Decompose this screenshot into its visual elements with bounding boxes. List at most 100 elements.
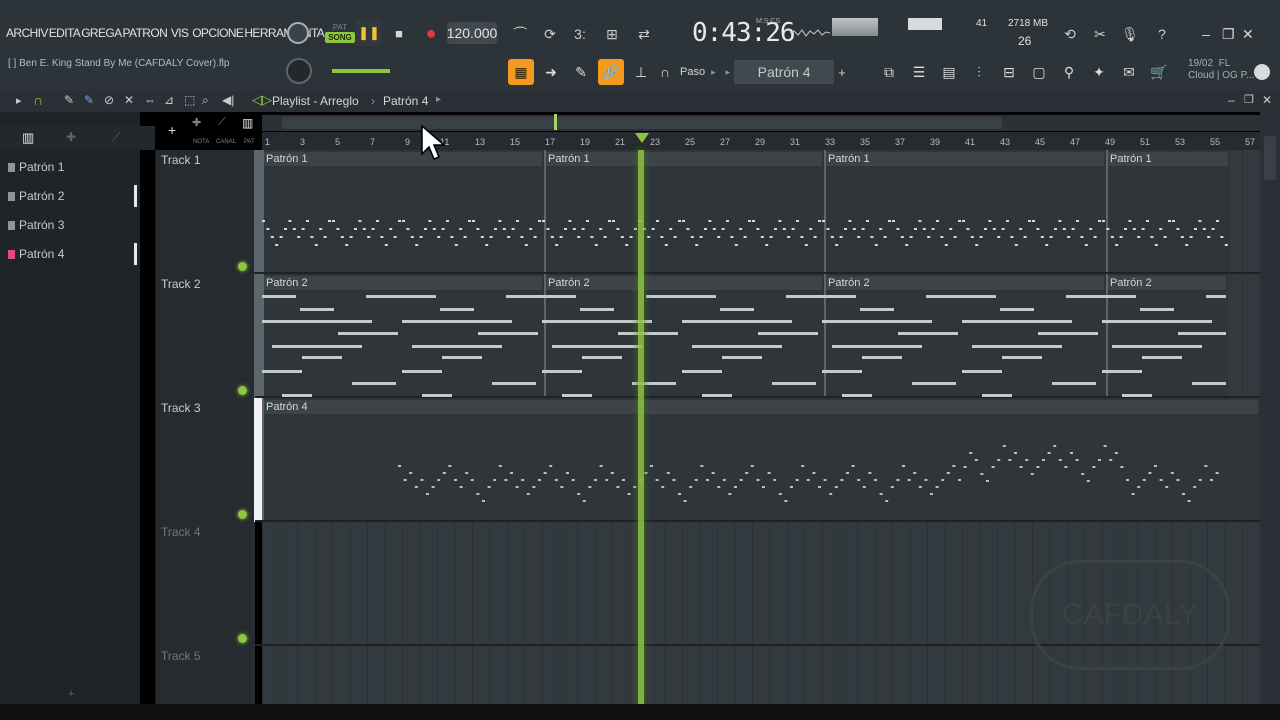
playlist-menu-arrow-icon[interactable]: ▸: [16, 94, 22, 107]
master-pitch-knob[interactable]: [286, 58, 312, 84]
note: [384, 244, 388, 246]
refresh-icon[interactable]: ⟲: [1058, 22, 1082, 46]
breadcrumb-arrow-icon[interactable]: ▸: [436, 94, 441, 105]
pattern-keys-icon[interactable]: ▥: [242, 116, 253, 130]
arrow-tool-button[interactable]: ➜: [538, 59, 564, 85]
pattern-item-1[interactable]: Patrón 1: [8, 156, 138, 178]
pattern-item-4[interactable]: Patrón 4: [8, 243, 138, 265]
pencil-tool-icon[interactable]: ✎: [64, 93, 74, 107]
playhead[interactable]: [638, 150, 644, 704]
pat-song-toggle[interactable]: PAT SONG: [325, 20, 355, 46]
cut-icon[interactable]: ✂: [1088, 22, 1112, 46]
news-panel[interactable]: 19/02 FL Cloud | OG P...: [1188, 58, 1254, 82]
stamp-tool-button[interactable]: ⊥: [628, 59, 654, 85]
record-button[interactable]: ●: [418, 20, 444, 46]
mute-tool-icon[interactable]: ✕: [124, 93, 134, 107]
mail-icon[interactable]: ✉: [1116, 59, 1142, 85]
audio-clip-icon[interactable]: ✚: [66, 130, 76, 144]
vertical-scrollbar[interactable]: [1260, 112, 1280, 704]
step-edit-icon[interactable]: ⊞: [600, 22, 624, 46]
track-2-grip[interactable]: [254, 274, 262, 398]
track-1-name[interactable]: Track 1: [161, 153, 201, 167]
pattern-item-2[interactable]: Patrón 2: [8, 185, 138, 207]
magnet-icon[interactable]: ∩: [658, 59, 672, 85]
minimize-icon[interactable]: –: [1202, 26, 1210, 42]
link-tool-button[interactable]: 🔗: [598, 59, 624, 85]
track-3-grip[interactable]: [254, 398, 262, 522]
channel-icon[interactable]: ⟋: [218, 116, 226, 129]
vertical-scroll-thumb[interactable]: [1264, 136, 1276, 180]
scroll-thumb[interactable]: [282, 117, 1002, 129]
breadcrumb-pattern[interactable]: Patrón 4: [383, 94, 428, 108]
snap-label[interactable]: Paso: [680, 66, 705, 78]
playlist-maximize-icon[interactable]: ❐: [1244, 93, 1254, 106]
help-icon[interactable]: ?: [1150, 22, 1174, 46]
main-volume-knob[interactable]: [287, 22, 309, 44]
playlist-window-icon[interactable]: ⧉: [876, 59, 902, 85]
track-header-column: [155, 150, 255, 704]
pattern-item-3[interactable]: Patrón 3: [8, 214, 138, 236]
zoom-tool-icon[interactable]: ⌕: [202, 93, 209, 108]
track-2-name[interactable]: Track 2: [161, 277, 201, 291]
close-icon[interactable]: ✕: [1242, 26, 1254, 43]
pattern-selector[interactable]: Patrón 4: [734, 60, 835, 84]
add-pattern-bottom-icon[interactable]: +: [68, 688, 74, 700]
track-3-name[interactable]: Track 3: [161, 401, 201, 415]
playlist-toggle-icon[interactable]: ◁▷: [252, 92, 272, 108]
track-3-mute-led[interactable]: [238, 510, 247, 519]
draw-tool-button[interactable]: ✎: [568, 59, 594, 85]
mixer-icon[interactable]: ⫶: [966, 59, 992, 85]
automation-clip-icon[interactable]: ⟋: [112, 130, 120, 145]
stop-button[interactable]: ■: [386, 20, 412, 46]
slip-tool-icon[interactable]: ⇔: [144, 93, 156, 107]
metronome-icon[interactable]: ⏜: [508, 22, 532, 46]
plugin-picker-icon[interactable]: ⊟: [996, 59, 1022, 85]
paint-tool-icon[interactable]: ✎: [84, 93, 94, 107]
note-icon[interactable]: ✚: [192, 116, 201, 129]
fl-logo-icon[interactable]: [1254, 64, 1270, 80]
wait-input-icon[interactable]: ⟳: [538, 22, 562, 46]
track-1-mute-led[interactable]: [238, 262, 247, 271]
playlist-button[interactable]: ▦: [508, 59, 534, 85]
note: [493, 479, 497, 481]
track-5-name[interactable]: Track 5: [161, 649, 201, 663]
countdown-icon[interactable]: 3:: [568, 22, 592, 46]
select-tool-icon[interactable]: ⬚: [184, 93, 195, 107]
track-4-mute-led[interactable]: [238, 634, 247, 643]
magnet-snap-icon[interactable]: ∩: [33, 92, 43, 108]
playback-tool-icon[interactable]: ◀|: [222, 93, 234, 107]
menu-add[interactable]: GREGA: [81, 26, 122, 40]
menu-file[interactable]: ARCHIV: [6, 26, 48, 40]
menu-edit[interactable]: EDITA: [49, 26, 81, 40]
plugin-icon[interactable]: ⚲: [1056, 59, 1082, 85]
piano-roll-icon[interactable]: ▤: [936, 59, 962, 85]
add-track-icon[interactable]: +: [168, 122, 176, 138]
menu-view[interactable]: VIS: [171, 26, 189, 40]
microphone-icon[interactable]: 🎙: [1118, 22, 1142, 46]
tempo-display[interactable]: 120.000: [447, 22, 497, 44]
volume-slider[interactable]: [332, 69, 390, 73]
piano-keys-icon[interactable]: ▥: [22, 130, 34, 146]
shop-icon[interactable]: 🛒: [1146, 59, 1172, 85]
maximize-icon[interactable]: ❐: [1222, 26, 1235, 43]
loop-record-icon[interactable]: ⇄: [632, 22, 656, 46]
playlist-close-icon[interactable]: ✕: [1262, 93, 1272, 107]
pause-button[interactable]: ❚❚: [356, 20, 382, 46]
pattern-prev-icon[interactable]: ▸: [726, 67, 731, 78]
menu-options[interactable]: OPCIONE: [192, 26, 244, 40]
slice-tool-icon[interactable]: ⊿: [164, 93, 174, 107]
tools-icon[interactable]: ✦: [1086, 59, 1112, 85]
snap-arrow-icon[interactable]: ▸: [711, 67, 716, 78]
playhead-marker-icon[interactable]: [635, 133, 649, 143]
playlist-minimize-icon[interactable]: –: [1228, 93, 1235, 107]
delete-tool-icon[interactable]: ⊘: [104, 93, 114, 107]
browser-icon[interactable]: ▢: [1026, 59, 1052, 85]
track-1-grip[interactable]: [254, 150, 262, 272]
menu-tools[interactable]: HERRAMIENTA: [244, 26, 324, 40]
channel-rack-icon[interactable]: ☰: [906, 59, 932, 85]
add-pattern-icon[interactable]: +: [838, 65, 846, 80]
menu-patterns[interactable]: PATRON: [123, 26, 168, 40]
note: [406, 228, 410, 230]
track-4-name[interactable]: Track 4: [161, 525, 201, 539]
track-2-mute-led[interactable]: [238, 386, 247, 395]
